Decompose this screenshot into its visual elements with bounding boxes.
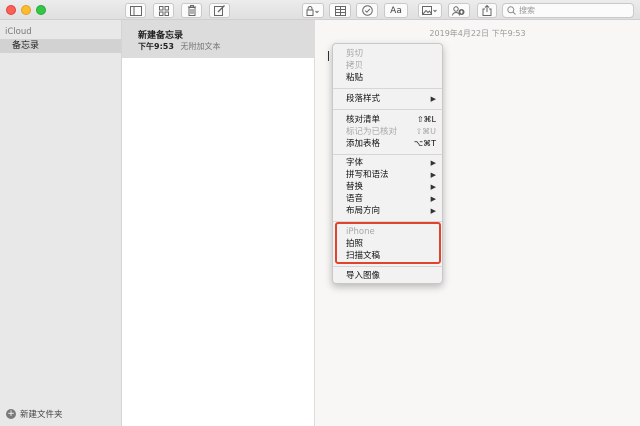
lock-button[interactable] <box>302 3 324 18</box>
toolbar: Aa 搜索 <box>0 0 640 20</box>
new-folder-label: 新建文件夹 <box>20 410 63 420</box>
menu-item-checklist[interactable]: 核对清单 ⇧⌘L <box>333 114 442 126</box>
note-list: 新建备忘录 下午9:53 无附加文本 <box>122 20 315 426</box>
note-preview: 无附加文本 <box>180 42 221 51</box>
sidebar-item-notes[interactable]: 备忘录 <box>0 39 121 53</box>
image-icon <box>422 5 437 15</box>
table-icon <box>334 5 346 16</box>
submenu-arrow-icon: ▶ <box>430 207 436 215</box>
close-window-button[interactable] <box>6 5 16 15</box>
submenu-arrow-icon: ▶ <box>430 195 436 203</box>
submenu-arrow-icon: ▶ <box>430 95 436 103</box>
note-time: 下午9:53 <box>138 42 174 51</box>
menu-item-paste[interactable]: 粘贴 <box>333 72 442 84</box>
menu-item-layout-direction[interactable]: 布局方向 ▶ <box>333 205 442 217</box>
new-note-button[interactable] <box>209 3 230 18</box>
menu-item-speech[interactable]: 语音 ▶ <box>333 193 442 205</box>
account-header: iCloud <box>5 27 32 37</box>
grid-icon <box>158 5 169 16</box>
sidebar-item-label: 备忘录 <box>12 41 40 51</box>
toggle-sidebar-button[interactable] <box>125 3 146 18</box>
highlight-annotation <box>335 222 441 264</box>
note-meta: 下午9:53 无附加文本 <box>138 41 220 52</box>
delete-button[interactable] <box>181 3 202 18</box>
menu-item-add-table[interactable]: 添加表格 ⌥⌘T <box>333 138 442 150</box>
text-caret <box>328 51 329 61</box>
note-date: 2019年4月22日 下午9:53 <box>429 29 526 38</box>
submenu-arrow-icon: ▶ <box>430 159 436 167</box>
search-field[interactable]: 搜索 <box>502 3 634 18</box>
search-icon <box>507 6 516 15</box>
menu-item-font[interactable]: 字体 ▶ <box>333 157 442 169</box>
menu-item-cut[interactable]: 剪切 <box>333 48 442 60</box>
sidebar-icon <box>129 5 142 16</box>
sidebar: iCloud 备忘录 + 新建文件夹 <box>0 20 122 426</box>
note-list-item[interactable]: 新建备忘录 下午9:53 无附加文本 <box>122 20 314 58</box>
menu-separator <box>333 266 442 267</box>
menu-item-paragraph-style[interactable]: 段落样式 ▶ <box>333 93 442 105</box>
menu-separator <box>333 88 442 89</box>
menu-item-substitutions[interactable]: 替换 ▶ <box>333 181 442 193</box>
share-button[interactable] <box>477 3 497 18</box>
checklist-button[interactable] <box>356 3 378 18</box>
format-button[interactable]: Aa <box>384 3 408 18</box>
format-label: Aa <box>390 5 402 16</box>
submenu-arrow-icon: ▶ <box>430 171 436 179</box>
minimize-window-button[interactable] <box>21 5 31 15</box>
trash-icon <box>187 5 196 16</box>
gallery-view-button[interactable] <box>153 3 174 18</box>
menu-separator <box>333 109 442 110</box>
menu-item-import-image[interactable]: 导入图像 <box>333 270 442 282</box>
zoom-window-button[interactable] <box>36 5 46 15</box>
menu-separator <box>333 154 442 155</box>
search-placeholder: 搜索 <box>519 6 535 15</box>
submenu-arrow-icon: ▶ <box>430 183 436 191</box>
plus-circle-icon: + <box>6 409 16 419</box>
note-title: 新建备忘录 <box>138 31 184 41</box>
add-people-icon <box>451 5 464 16</box>
table-button[interactable] <box>329 3 351 18</box>
share-icon <box>482 5 492 16</box>
menu-item-mark-checked[interactable]: 标记为已核对 ⇧⌘U <box>333 126 442 138</box>
share-note-button[interactable] <box>448 3 470 18</box>
checkmark-circle-icon <box>361 5 373 16</box>
compose-icon <box>214 5 225 16</box>
menu-item-spelling-grammar[interactable]: 拼写和语法 ▶ <box>333 169 442 181</box>
new-folder-button[interactable]: + 新建文件夹 <box>6 408 63 420</box>
menu-item-copy[interactable]: 拷贝 <box>333 60 442 72</box>
lock-icon <box>306 5 319 16</box>
media-button[interactable] <box>418 3 442 18</box>
